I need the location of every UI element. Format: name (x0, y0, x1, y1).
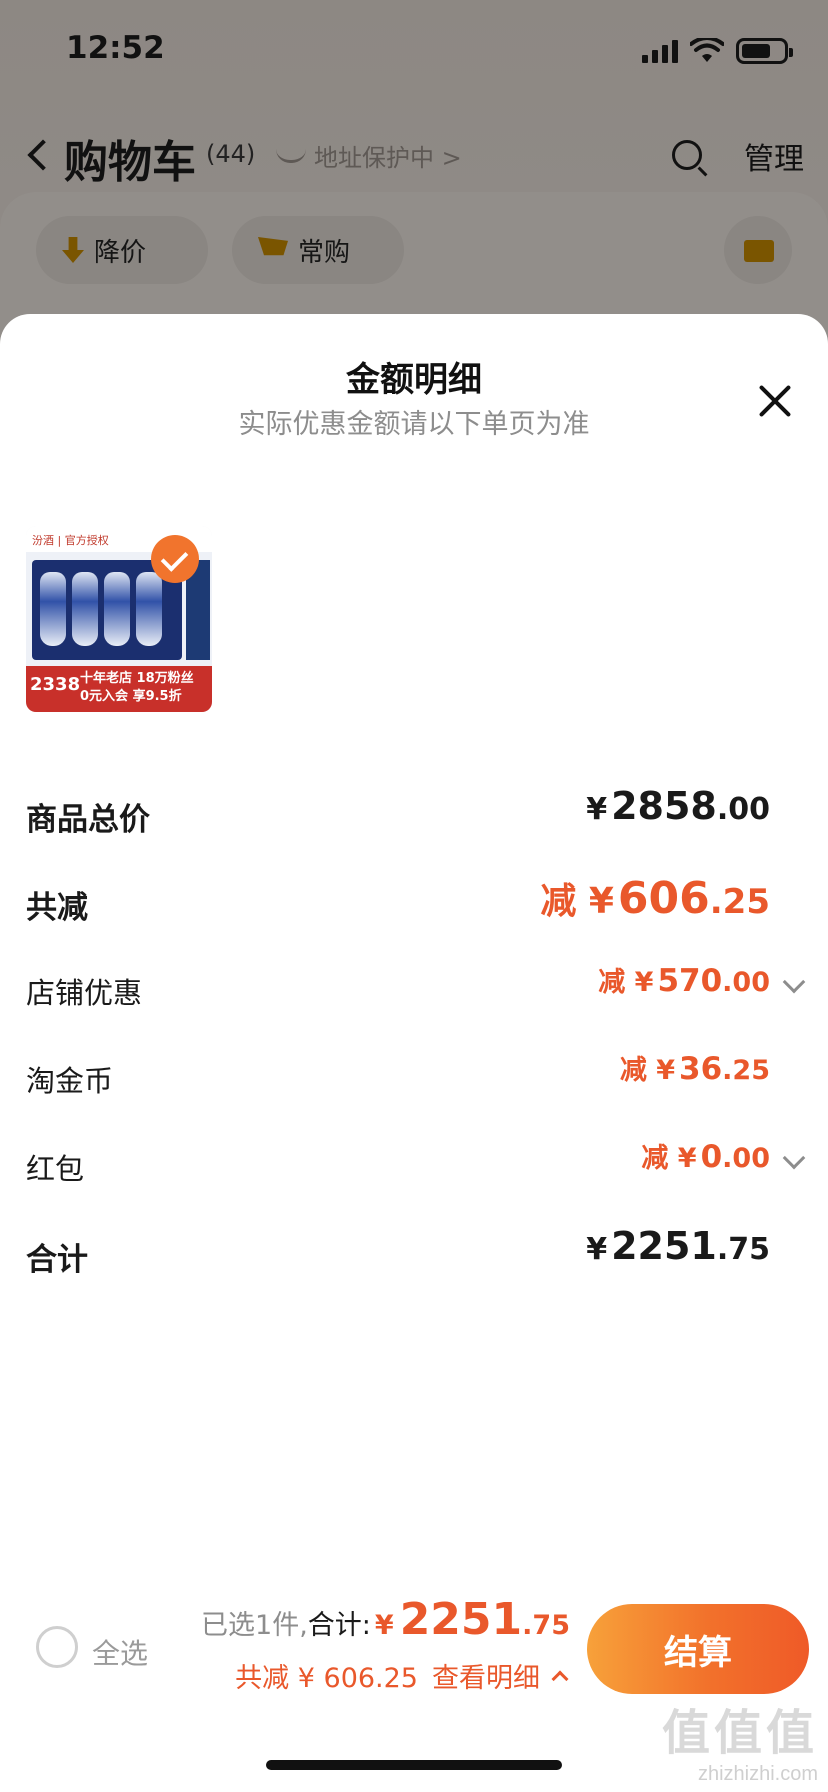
selected-check-icon[interactable] (151, 535, 199, 583)
bottle-image (136, 572, 162, 646)
bottle-image (72, 572, 98, 646)
checkout-button[interactable]: 结算 (587, 1604, 809, 1694)
total-discount-prefix: 减 ¥ (540, 881, 614, 922)
row-shop-discount[interactable]: 店铺优惠 减 ¥ 570 .00 (0, 960, 828, 1020)
address-protection-label: 地址保护中 > (314, 144, 462, 172)
address-protection[interactable]: 地址保护中 > (276, 138, 462, 173)
eye-closed-icon (276, 149, 306, 163)
page-title: 购物车 (64, 137, 196, 188)
shop-discount-int: 570 (657, 963, 723, 999)
grand-total-label: 合计 (26, 1242, 88, 1278)
discount-details-link[interactable]: 共减 ¥ 606.25 查看明细 (235, 1656, 569, 1695)
bottle-image (40, 572, 66, 646)
gold-coin-int: 36 (679, 1051, 723, 1087)
gold-coin-prefix: 减 ¥ (619, 1055, 676, 1086)
row-subtotal: 商品总价 ¥ 2858 .00 (0, 784, 828, 844)
bottle-image (104, 572, 130, 646)
status-bar: 12:52 (0, 0, 828, 100)
subtotal-int: 2858 (611, 784, 717, 828)
chevron-up-icon (551, 1670, 569, 1687)
shop-discount-dec: .00 (722, 967, 770, 998)
red-packet-prefix: 减 ¥ (641, 1143, 697, 1174)
row-red-packet[interactable]: 红包 减 ¥ 0 .00 (0, 1136, 828, 1196)
cart-icon (258, 237, 288, 256)
shop-discount-value: 减 ¥ 570 .00 (598, 960, 770, 999)
close-icon[interactable] (756, 382, 794, 420)
checkout-bar: 全选 已选1件, 合计: ¥ 2251 .75 共减 ¥ 606.25 查看明细… (0, 1580, 828, 1700)
promo-line-1: 十年老店 18万粉丝 (80, 671, 194, 686)
status-time: 12:52 (66, 30, 165, 66)
total-discount-int: 606 (617, 873, 710, 924)
folder-icon[interactable] (724, 216, 792, 284)
status-icons (642, 38, 793, 64)
gold-coin-value: 减 ¥ 36 .25 (620, 1048, 770, 1087)
row-total-discount: 共减 减 ¥ 606 .25 (0, 872, 828, 932)
total-int: 2251 (399, 1594, 523, 1645)
signal-icon (642, 39, 678, 63)
sheet-subtitle: 实际优惠金额请以下单页为准 (238, 409, 590, 440)
select-all-radio[interactable] (36, 1626, 78, 1668)
total-label: 合计: (307, 1610, 371, 1641)
total-discount-value: 减 ¥ 606 .25 (540, 872, 770, 924)
chevron-down-icon[interactable] (782, 970, 806, 994)
total-dec: .75 (522, 1610, 570, 1641)
row-grand-total: 合计 ¥ 2251 .75 (0, 1224, 828, 1284)
cart-count: (44) (206, 140, 256, 168)
price-drop-icon (62, 237, 84, 263)
red-packet-dec: .00 (722, 1143, 770, 1174)
selected-count: 已选1件, (201, 1610, 308, 1641)
discount-text: 共减 ¥ 606.25 (235, 1663, 418, 1694)
home-indicator[interactable] (266, 1760, 562, 1770)
price-drop-label: 降价 (94, 237, 147, 268)
watermark: 值值值 zhizhizhi.com (662, 1693, 818, 1786)
gold-coin-label: 淘金币 (26, 1064, 114, 1098)
watermark-logo: 值值值 (661, 1707, 818, 1760)
red-packet-value: 减 ¥ 0 .00 (641, 1136, 770, 1175)
total-discount-dec: .25 (709, 882, 770, 922)
select-all-label[interactable]: 全选 (92, 1632, 148, 1672)
grand-total-int: 2251 (611, 1224, 717, 1268)
wifi-icon (690, 38, 724, 62)
red-packet-int: 0 (700, 1139, 723, 1175)
filter-price-drop[interactable]: 降价 (36, 216, 208, 284)
frequent-label: 常购 (298, 237, 351, 268)
filter-frequent[interactable]: 常购 (232, 216, 404, 284)
cart-header: 购物车 (44) 地址保护中 > 管理 (0, 120, 828, 190)
battery-icon (736, 38, 793, 64)
shop-discount-prefix: 减 ¥ (598, 967, 654, 998)
amount-detail-sheet: 金额明细 实际优惠金额请以下单页为准 汾酒 | 官方授权 十年老店 18万粉丝 … (0, 314, 828, 1792)
promo-line-2: 0元入会 享9.5折 (80, 689, 182, 704)
total-line: 已选1件, 合计: ¥ 2251 .75 (201, 1594, 570, 1645)
red-packet-label: 红包 (26, 1152, 85, 1186)
back-icon[interactable] (27, 139, 59, 171)
total-currency: ¥ (374, 1610, 394, 1641)
sheet-title: 金额明细 (346, 360, 482, 400)
search-icon[interactable] (672, 140, 702, 170)
grand-total-dec: .75 (716, 1232, 770, 1267)
watermark-url: zhizhizhi.com (697, 1763, 818, 1785)
chevron-down-icon[interactable] (782, 1146, 806, 1170)
grand-total-currency: ¥ (586, 1232, 608, 1267)
product-promo-price: 2338 (30, 674, 81, 695)
subtotal-label: 商品总价 (26, 802, 150, 838)
shop-discount-label: 店铺优惠 (26, 976, 143, 1010)
subtotal-currency: ¥ (586, 792, 608, 827)
details-link-label[interactable]: 查看明细 (432, 1656, 540, 1695)
subtotal-value: ¥ 2858 .00 (586, 784, 770, 828)
row-gold-coin: 淘金币 减 ¥ 36 .25 (0, 1048, 828, 1108)
grand-total-value: ¥ 2251 .75 (586, 1224, 770, 1268)
gold-coin-dec: .25 (722, 1055, 770, 1086)
total-discount-label: 共减 (26, 890, 88, 926)
subtotal-dec: .00 (716, 792, 770, 827)
manage-button[interactable]: 管理 (744, 134, 804, 178)
